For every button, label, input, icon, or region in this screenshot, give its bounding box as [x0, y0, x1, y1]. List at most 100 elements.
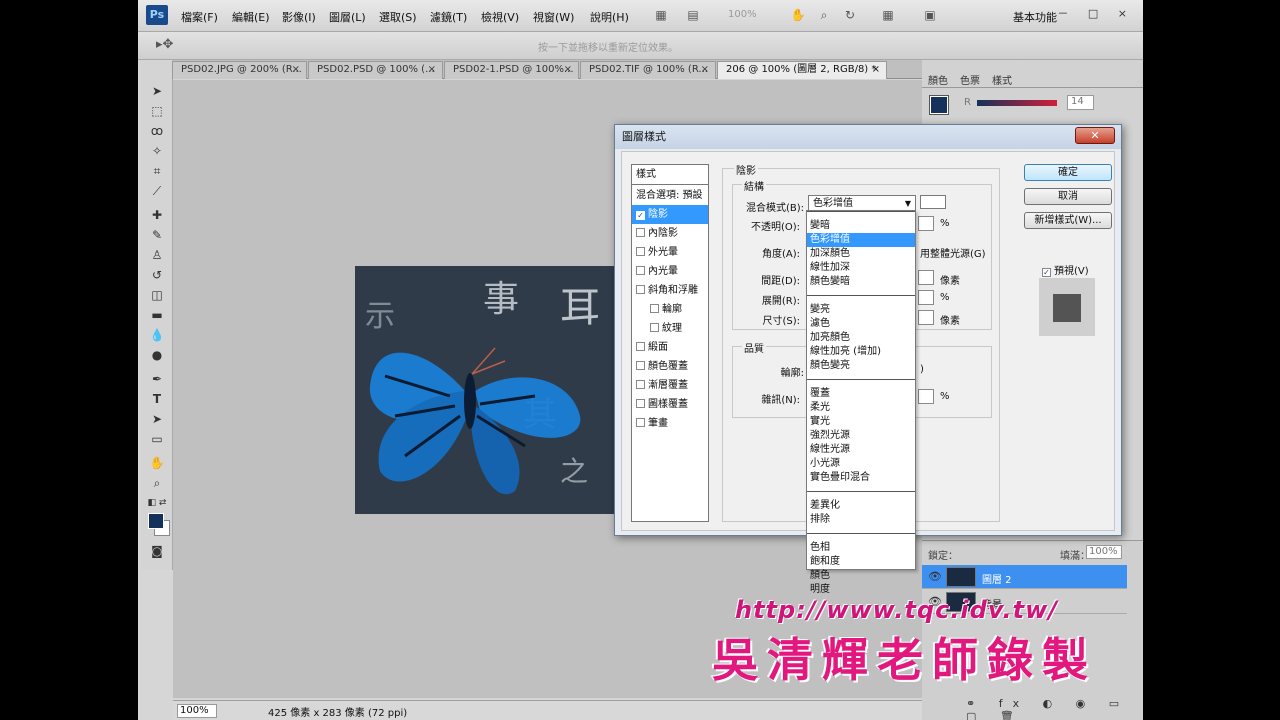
- menu-layer[interactable]: 圖層(L): [329, 9, 366, 25]
- r-channel-value[interactable]: 14: [1067, 95, 1094, 110]
- tab-psd02-1-psd[interactable]: PSD02-1.PSD @ 100%... ×: [444, 61, 579, 79]
- r-channel-slider[interactable]: [977, 100, 1057, 106]
- eraser-icon[interactable]: ◫: [147, 286, 167, 304]
- style-item[interactable]: 輪廓: [632, 300, 708, 319]
- shadow-color-box[interactable]: [920, 195, 946, 209]
- checkbox-icon[interactable]: [636, 247, 645, 256]
- healing-brush-icon[interactable]: ✚: [147, 206, 167, 224]
- path-select-icon[interactable]: ➤: [147, 410, 167, 428]
- style-item[interactable]: 顏色覆蓋: [632, 357, 708, 376]
- tab-styles[interactable]: 樣式: [992, 72, 1012, 87]
- tab-close-icon[interactable]: ×: [872, 62, 880, 78]
- dropdown-option[interactable]: 線性加亮 (增加): [807, 345, 915, 359]
- workspace-switcher[interactable]: 基本功能: [1013, 9, 1057, 25]
- marquee-tool-icon[interactable]: ⬚: [147, 102, 167, 120]
- menu-file[interactable]: 檔案(F): [181, 9, 218, 25]
- style-item[interactable]: 外光暈: [632, 243, 708, 262]
- checkbox-checked-icon[interactable]: ✓: [636, 211, 645, 220]
- pen-tool-icon[interactable]: ✒: [147, 370, 167, 388]
- zoom-tool-icon[interactable]: ⌕: [147, 474, 167, 492]
- menu-filter[interactable]: 濾鏡(T): [430, 9, 467, 25]
- dropdown-option[interactable]: 柔光: [807, 401, 915, 415]
- tab-206-active[interactable]: 206 @ 100% (圖層 2, RGB/8) * ×: [717, 61, 887, 79]
- checkbox-icon[interactable]: [636, 266, 645, 275]
- visibility-eye-icon[interactable]: 👁: [928, 570, 942, 583]
- size-input[interactable]: [918, 310, 934, 325]
- style-item[interactable]: 漸層覆蓋: [632, 376, 708, 395]
- butterfly-artwork[interactable]: 事 耳 示 其 之: [355, 266, 617, 514]
- tab-color[interactable]: 顏色: [928, 72, 948, 87]
- hand-tool-icon[interactable]: ✋: [147, 454, 167, 472]
- checkbox-checked-icon[interactable]: ✓: [1042, 268, 1051, 277]
- dropdown-option[interactable]: 變暗: [807, 219, 915, 233]
- tab-close-icon[interactable]: ×: [564, 62, 572, 78]
- ok-button[interactable]: 確定: [1024, 164, 1112, 181]
- quick-mask-icon[interactable]: ◙: [147, 542, 167, 560]
- styles-header[interactable]: 樣式: [632, 165, 708, 185]
- dropdown-option[interactable]: 顏色變暗: [807, 275, 915, 289]
- gradient-tool-icon[interactable]: ▬: [147, 306, 167, 324]
- dropdown-option[interactable]: 加亮顏色: [807, 331, 915, 345]
- rotate-icon[interactable]: ↻: [842, 8, 858, 22]
- menu-select[interactable]: 選取(S): [379, 9, 417, 25]
- magic-wand-icon[interactable]: ✧: [147, 142, 167, 160]
- brush-tool-icon[interactable]: ✎: [147, 226, 167, 244]
- style-item[interactable]: 紋理: [632, 319, 708, 338]
- dropdown-option[interactable]: 線性光源: [807, 443, 915, 457]
- checkbox-icon[interactable]: [636, 285, 645, 294]
- style-item[interactable]: ✓ 陰影: [632, 205, 708, 224]
- menu-help[interactable]: 說明(H): [590, 9, 629, 25]
- zoom-icon[interactable]: ⌕: [816, 8, 832, 22]
- tab-close-icon[interactable]: ×: [292, 62, 300, 78]
- dropdown-option[interactable]: 實光: [807, 415, 915, 429]
- hand-icon[interactable]: ✋: [790, 8, 806, 22]
- style-item[interactable]: 斜角和浮雕: [632, 281, 708, 300]
- dropdown-option[interactable]: 色彩增值: [807, 233, 915, 247]
- dropdown-option[interactable]: 排除: [807, 513, 915, 527]
- checkbox-icon[interactable]: [650, 323, 659, 332]
- spread-input[interactable]: [918, 290, 934, 305]
- window-controls[interactable]: － □ ×: [1057, 5, 1135, 21]
- checkbox-icon[interactable]: [636, 418, 645, 427]
- checkbox-icon[interactable]: [636, 399, 645, 408]
- noise-input[interactable]: [918, 389, 934, 404]
- lasso-tool-icon[interactable]: ꝏ: [147, 122, 167, 140]
- cancel-button[interactable]: 取消: [1024, 188, 1112, 205]
- foreground-color-swatch[interactable]: [148, 513, 164, 529]
- style-item[interactable]: 混合選項: 預設: [632, 186, 708, 205]
- checkbox-icon[interactable]: [636, 228, 645, 237]
- tab-close-icon[interactable]: ×: [428, 62, 436, 78]
- menu-image[interactable]: 影像(I): [282, 9, 316, 25]
- layer-row[interactable]: 👁 圖層 2: [922, 565, 1127, 589]
- dropdown-option[interactable]: 加深顏色: [807, 247, 915, 261]
- move-tool-icon[interactable]: ▸✥: [156, 38, 173, 52]
- bridge-icon[interactable]: ▦: [653, 8, 669, 22]
- move-tool-icon[interactable]: ➤: [147, 82, 167, 100]
- checkbox-icon[interactable]: [636, 342, 645, 351]
- tab-psd02-tif[interactable]: PSD02.TIF @ 100% (R... ×: [580, 61, 716, 79]
- checkbox-icon[interactable]: [650, 304, 659, 313]
- dropdown-option[interactable]: 明度: [807, 583, 915, 597]
- dodge-tool-icon[interactable]: ●: [147, 346, 167, 364]
- blend-mode-dropdown-list[interactable]: 變暗 色彩增值 加深顏色 線性加深 顏色變暗 變亮 濾色 加亮顏色 線性加亮 (增加) 顏色變亮覆…: [806, 210, 916, 595]
- eyedropper-icon[interactable]: ⟋: [147, 182, 167, 200]
- style-item[interactable]: 緞面: [632, 338, 708, 357]
- dropdown-option[interactable]: 實色疊印混合: [807, 471, 915, 485]
- dropdown-option[interactable]: 小光源: [807, 457, 915, 471]
- tab-swatches[interactable]: 色票: [960, 72, 980, 87]
- checkbox-icon[interactable]: [636, 380, 645, 389]
- tab-close-icon[interactable]: ×: [701, 62, 709, 78]
- global-light-label[interactable]: 用整體光源(G): [920, 245, 986, 260]
- crop-tool-icon[interactable]: ⌗: [147, 162, 167, 180]
- dialog-close-button[interactable]: ✕: [1075, 127, 1115, 144]
- style-item[interactable]: 內陰影: [632, 224, 708, 243]
- new-style-button[interactable]: 新增樣式(W)...: [1024, 212, 1112, 229]
- dropdown-option[interactable]: 飽和度: [807, 555, 915, 569]
- menu-edit[interactable]: 編輯(E): [232, 9, 270, 25]
- tab-psd02-jpg[interactable]: PSD02.JPG @ 200% (R... ×: [172, 61, 307, 79]
- style-item[interactable]: 圖樣覆蓋: [632, 395, 708, 414]
- blur-tool-icon[interactable]: 💧: [147, 326, 167, 344]
- menu-view[interactable]: 檢視(V): [481, 9, 519, 25]
- style-item[interactable]: 筆畫: [632, 414, 708, 433]
- zoom-level-field[interactable]: 100%: [177, 704, 217, 718]
